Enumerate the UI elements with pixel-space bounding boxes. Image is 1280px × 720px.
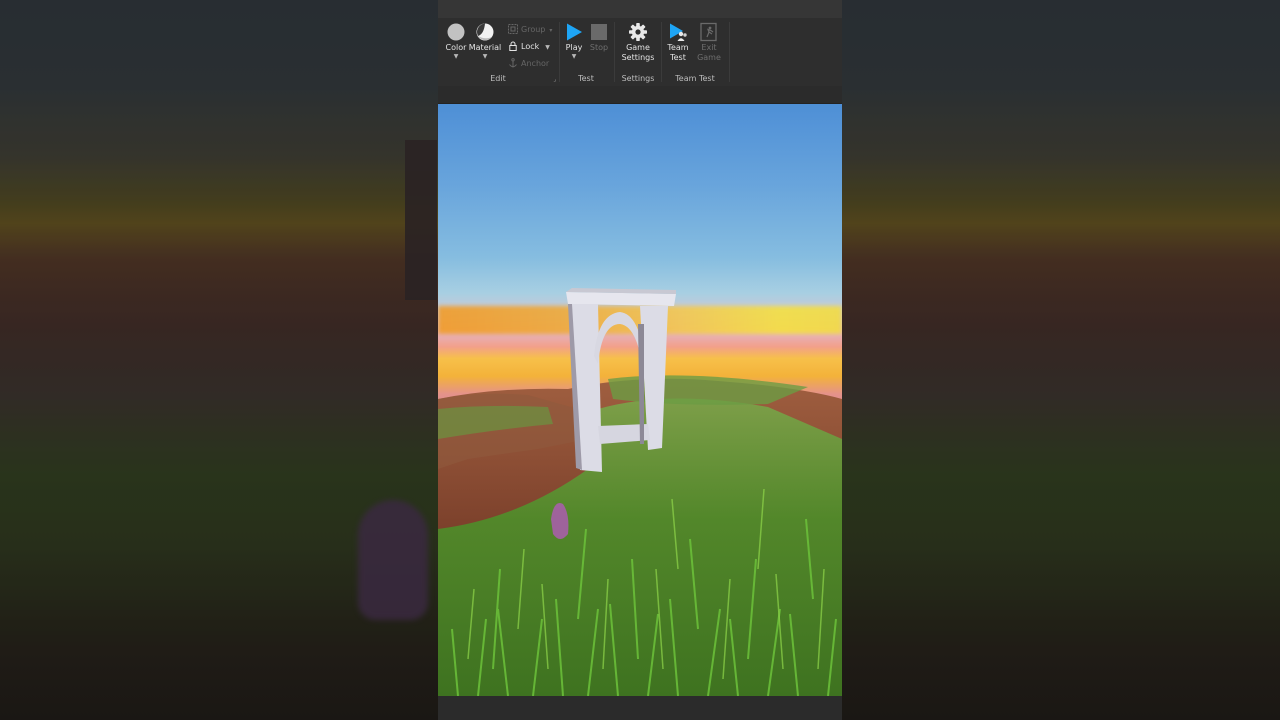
group-button[interactable]: Group ▾ [508, 24, 552, 34]
edit-expand-icon[interactable]: ⌟ [553, 76, 556, 83]
play-button[interactable]: Play ▼ [562, 22, 586, 60]
lock-label: Lock [521, 42, 540, 51]
lock-button[interactable]: Lock ▼ [508, 41, 550, 51]
anchor-button[interactable]: Anchor [508, 58, 549, 68]
edit-group-label: Edit [490, 74, 506, 83]
group-icon [508, 24, 518, 34]
lock-dropdown-caret[interactable]: ▼ [545, 44, 550, 51]
exit-game-label-line2: Game [697, 53, 721, 62]
material-dropdown-caret[interactable]: ▼ [468, 54, 502, 60]
settings-group: Game Settings Settings [616, 18, 660, 86]
color-label: Color [445, 43, 467, 52]
ribbon-separator [729, 22, 730, 82]
game-viewport[interactable] [438, 104, 842, 696]
group-dropdown-caret[interactable]: ▾ [549, 27, 552, 34]
game-settings-label-line1: Game [626, 43, 650, 52]
group-label: Group [521, 25, 546, 34]
settings-group-label: Settings [621, 74, 655, 83]
exit-game-icon [699, 22, 719, 42]
material-sphere-icon [475, 22, 495, 42]
game-settings-label-line2: Settings [621, 53, 655, 62]
ribbon-separator [661, 22, 662, 82]
game-settings-button[interactable]: Game Settings [620, 22, 656, 63]
material-button[interactable]: Material ▼ [468, 22, 502, 60]
anchor-label: Anchor [521, 59, 550, 68]
color-dropdown-caret[interactable]: ▼ [444, 54, 468, 60]
exit-game-label-line1: Exit [701, 43, 717, 52]
circle-icon [446, 22, 466, 42]
team-test-group: Team Test Exit Game Team Test [663, 18, 727, 86]
bottom-bar [438, 696, 842, 720]
stop-label: Stop [589, 43, 609, 52]
stop-icon [589, 22, 609, 42]
team-test-label-line2: Test [670, 53, 686, 62]
team-test-group-label: Team Test [675, 74, 715, 83]
play-label: Play [565, 43, 583, 52]
gear-icon [628, 22, 648, 42]
test-group: Play ▼ Stop Test [560, 18, 612, 86]
backdrop-bush-shape [358, 500, 428, 620]
material-label: Material [468, 43, 502, 52]
title-strip [438, 0, 842, 18]
edit-group: Color ▼ Material ▼ Group ▾ Lock ▼ Anchor… [438, 18, 558, 86]
play-icon [564, 22, 584, 42]
ribbon-sub-bar [438, 86, 842, 104]
exit-game-button[interactable]: Exit Game [696, 22, 722, 63]
test-group-label: Test [578, 74, 594, 83]
team-test-icon [668, 22, 688, 42]
team-test-label-line1: Team [667, 43, 689, 52]
studio-window: Color ▼ Material ▼ Group ▾ Lock ▼ Anchor… [438, 0, 842, 720]
play-dropdown-caret[interactable]: ▼ [562, 54, 586, 60]
stop-button[interactable]: Stop [587, 22, 611, 53]
backdrop-post-shape [405, 140, 437, 300]
team-test-button[interactable]: Team Test [665, 22, 691, 63]
anchor-icon [508, 58, 518, 68]
ribbon-separator [614, 22, 615, 82]
lock-icon [508, 41, 518, 51]
stone-archway[interactable] [558, 284, 678, 474]
ribbon-toolbar: Color ▼ Material ▼ Group ▾ Lock ▼ Anchor… [438, 18, 842, 87]
color-button[interactable]: Color ▼ [444, 22, 468, 60]
